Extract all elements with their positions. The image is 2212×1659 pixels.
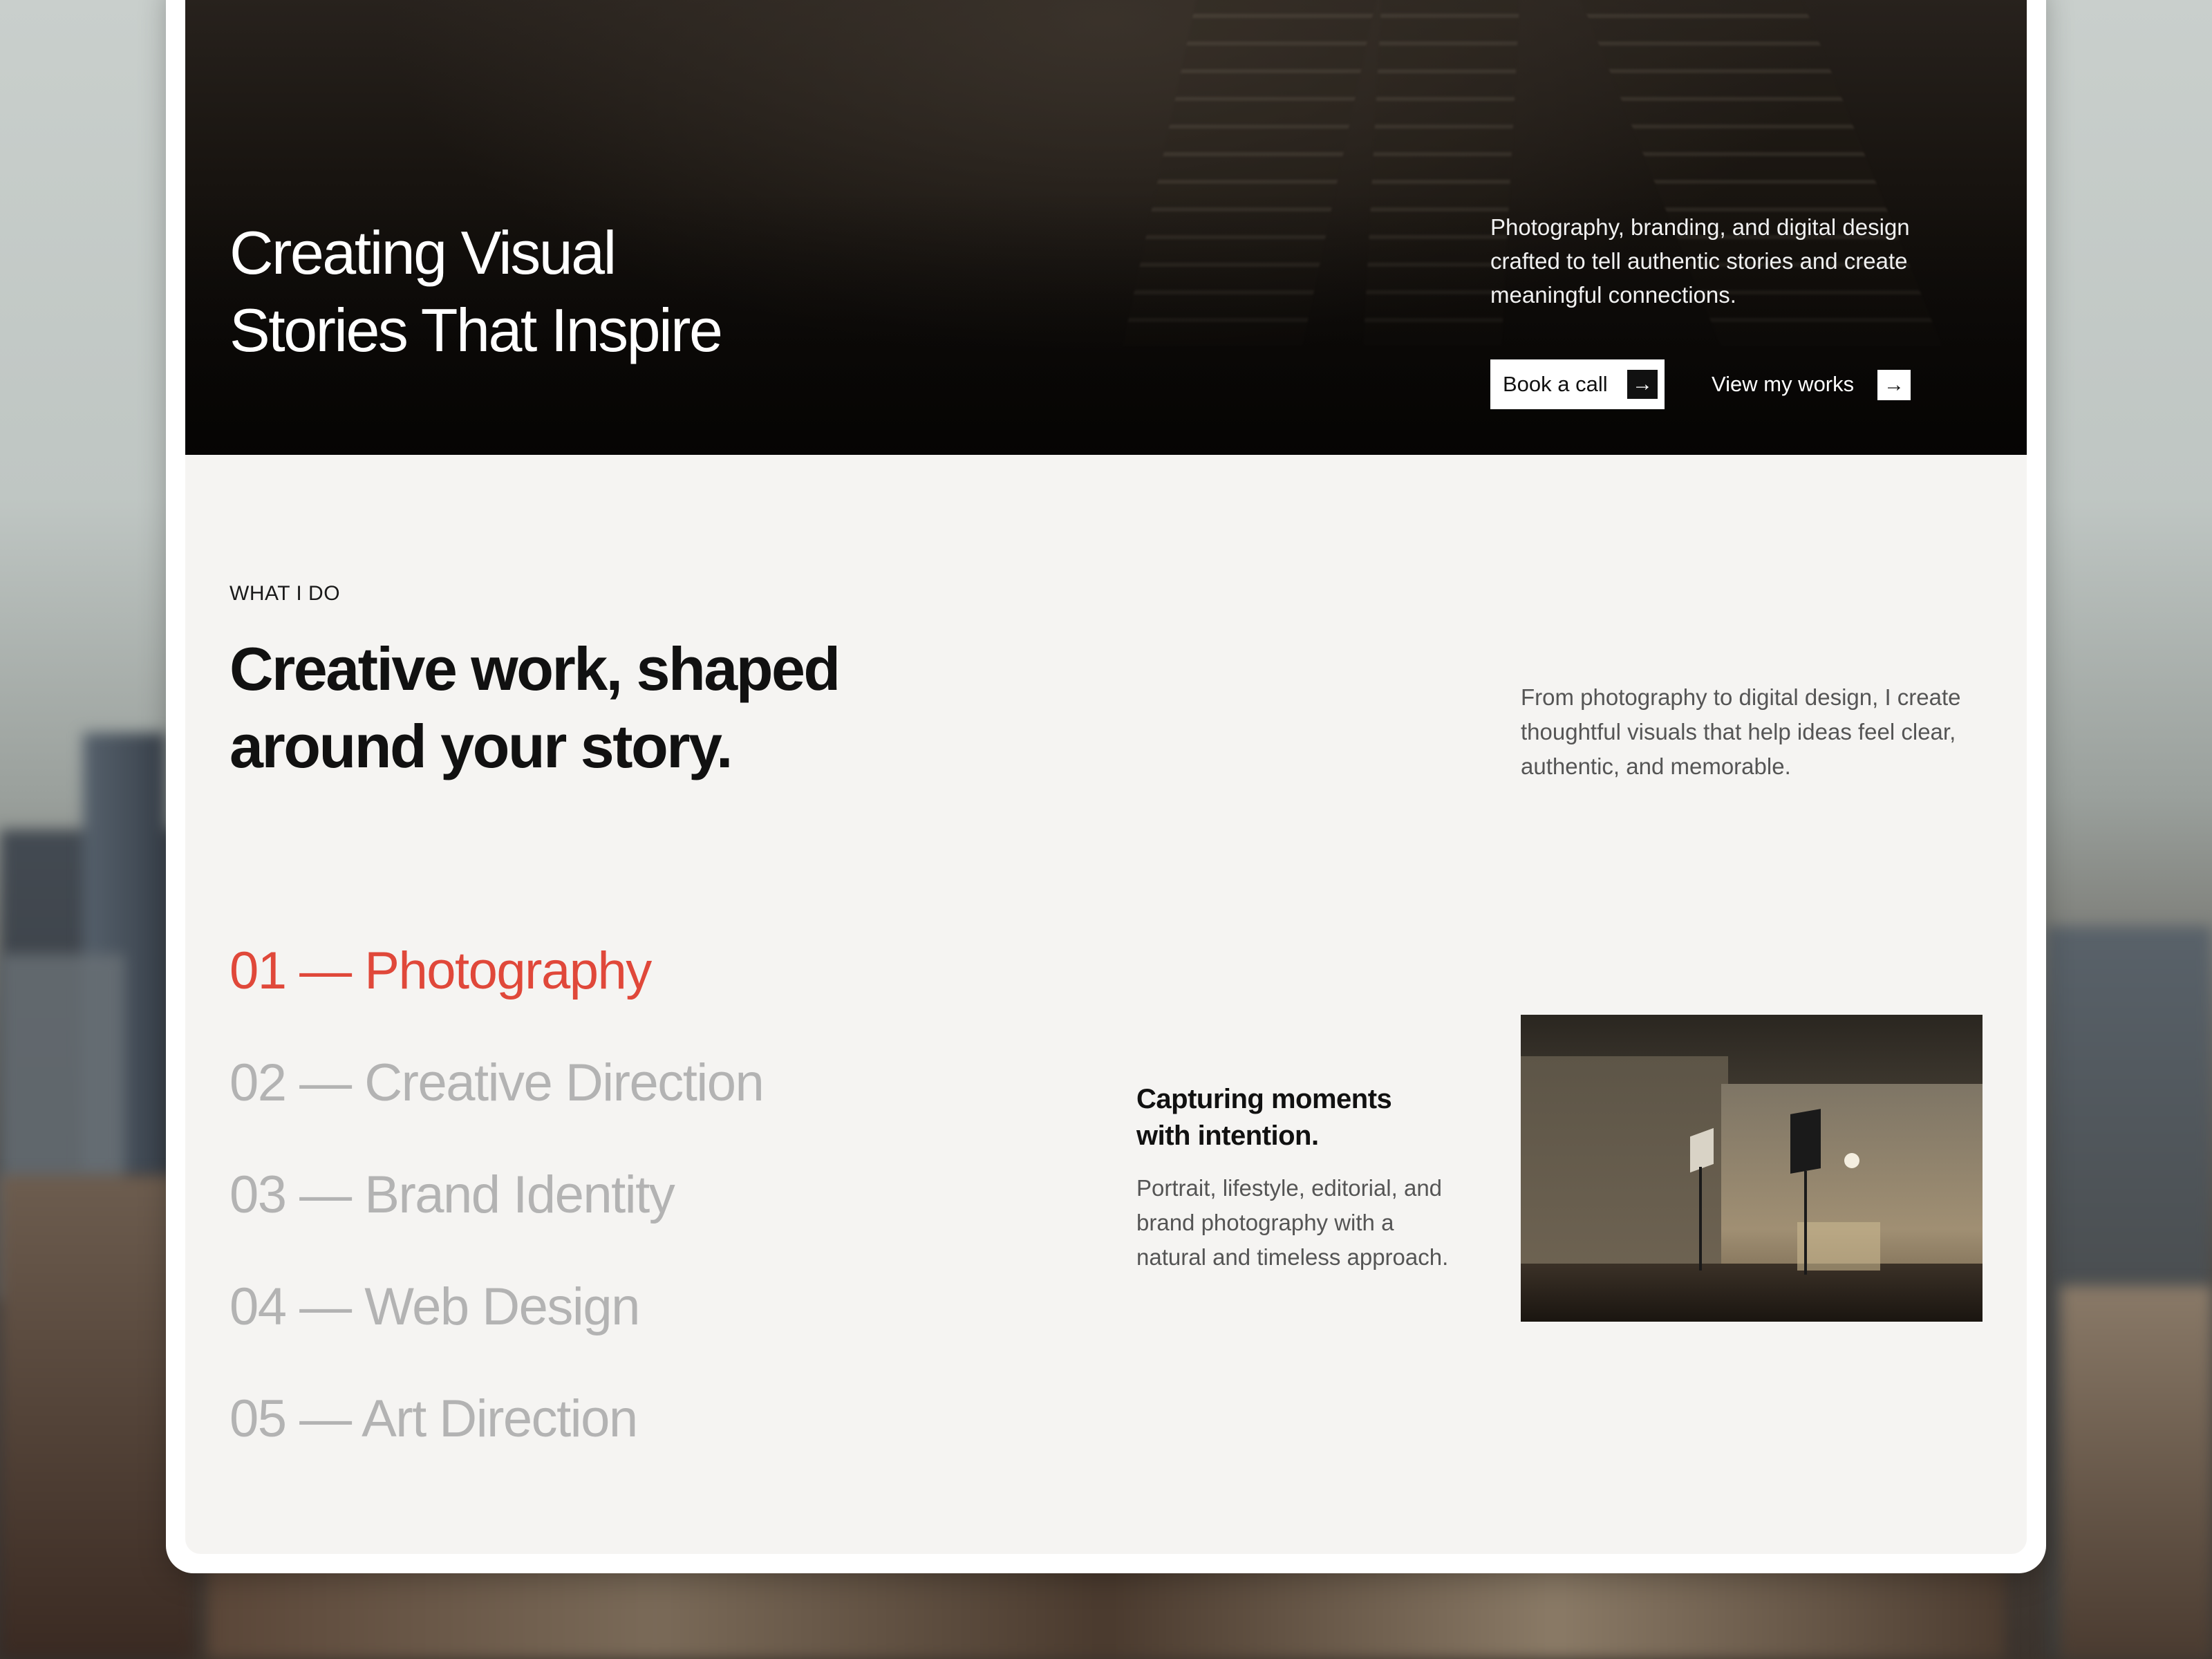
section-title: Creative work, shaped around your story. (229, 630, 990, 785)
service-item-art-direction[interactable]: 05 — Art Direction (229, 1382, 1128, 1494)
services-list: 01 — Photography 02 — Creative Direction… (229, 935, 1128, 1494)
service-item-photography[interactable]: 01 — Photography (229, 935, 1128, 1047)
service-detail-title: Capturing moments with intention. (1136, 1081, 1496, 1154)
service-item-web-design[interactable]: 04 — Web Design (229, 1271, 1128, 1382)
section-title-line: Creative work, shaped (229, 635, 841, 703)
view-works-label: View my works (1712, 372, 1855, 396)
book-call-label: Book a call (1503, 372, 1608, 396)
service-item-brand-identity[interactable]: 03 — Brand Identity (229, 1159, 1128, 1271)
arrow-right-icon: → (1627, 370, 1658, 399)
section-eyebrow: WHAT I DO (229, 582, 341, 605)
hero-section: Creating Visual Stories That Inspire Pho… (185, 0, 2027, 455)
hero-title: Creating Visual Stories That Inspire (229, 214, 990, 369)
hero-description: Photography, branding, and digital desig… (1490, 214, 1910, 308)
book-call-button[interactable]: Book a call → (1490, 359, 1665, 409)
section-title-line: around your story. (229, 712, 733, 780)
section-description: From photography to digital design, I cr… (1521, 684, 1961, 779)
studio-photo (1521, 1015, 1983, 1322)
detail-title-line: Capturing moments (1136, 1084, 1392, 1114)
arrow-right-icon: → (1877, 370, 1911, 400)
service-item-creative-direction[interactable]: 02 — Creative Direction (229, 1047, 1128, 1159)
service-detail-description: Portrait, lifestyle, editorial, and bran… (1136, 1175, 1449, 1270)
page-content: Creating Visual Stories That Inspire Pho… (185, 0, 2027, 1554)
hero-title-line: Stories That Inspire (229, 296, 723, 364)
page-card: Creating Visual Stories That Inspire Pho… (166, 0, 2046, 1573)
view-works-link[interactable]: View my works → (1712, 359, 1919, 409)
detail-title-line: with intention. (1136, 1121, 1319, 1151)
hero-title-line: Creating Visual (229, 218, 617, 287)
